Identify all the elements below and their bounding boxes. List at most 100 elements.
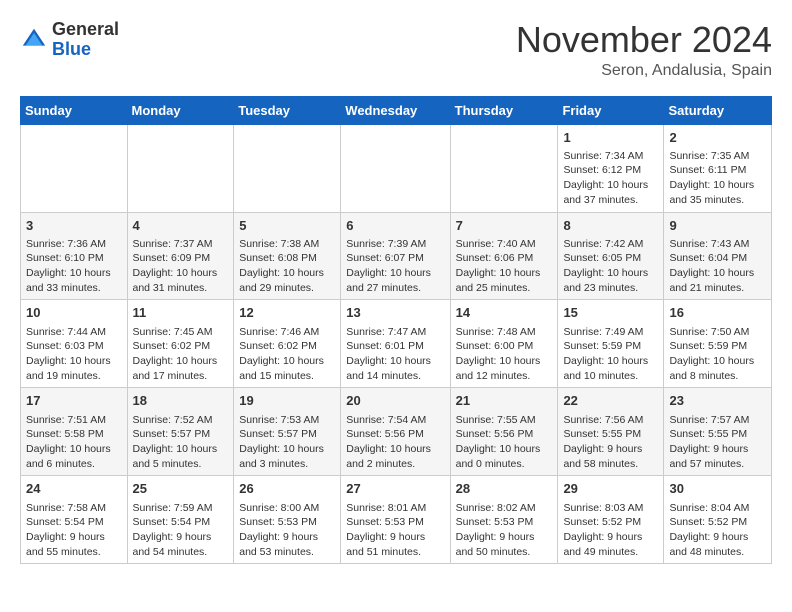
day-info: Sunset: 5:57 PM (133, 427, 229, 442)
day-number: 19 (239, 392, 335, 410)
day-info: Sunset: 6:11 PM (669, 163, 766, 178)
day-info: Sunset: 6:00 PM (456, 339, 553, 354)
day-info: Sunrise: 8:01 AM (346, 501, 444, 516)
calendar-cell: 21Sunrise: 7:55 AMSunset: 5:56 PMDayligh… (450, 388, 558, 476)
calendar-week-row: 3Sunrise: 7:36 AMSunset: 6:10 PMDaylight… (21, 212, 772, 300)
location: Seron, Andalusia, Spain (516, 62, 772, 80)
calendar-cell: 30Sunrise: 8:04 AMSunset: 5:52 PMDayligh… (664, 476, 772, 564)
calendar-week-row: 1Sunrise: 7:34 AMSunset: 6:12 PMDaylight… (21, 124, 772, 212)
calendar-cell (21, 124, 128, 212)
day-info: Sunrise: 7:37 AM (133, 237, 229, 252)
day-info: Sunset: 6:03 PM (26, 339, 122, 354)
day-info: Sunrise: 7:47 AM (346, 325, 444, 340)
day-info: Daylight: 10 hours and 33 minutes. (26, 266, 122, 295)
day-info: Daylight: 10 hours and 31 minutes. (133, 266, 229, 295)
day-info: Daylight: 9 hours and 58 minutes. (563, 442, 658, 471)
day-info: Sunrise: 7:34 AM (563, 149, 658, 164)
day-number: 21 (456, 392, 553, 410)
day-info: Sunrise: 7:35 AM (669, 149, 766, 164)
day-info: Sunset: 6:07 PM (346, 251, 444, 266)
day-number: 22 (563, 392, 658, 410)
day-info: Sunrise: 7:51 AM (26, 413, 122, 428)
day-info: Daylight: 10 hours and 35 minutes. (669, 178, 766, 207)
day-number: 7 (456, 217, 553, 235)
calendar-cell: 28Sunrise: 8:02 AMSunset: 5:53 PMDayligh… (450, 476, 558, 564)
calendar-cell: 3Sunrise: 7:36 AMSunset: 6:10 PMDaylight… (21, 212, 128, 300)
day-info: Sunset: 6:02 PM (133, 339, 229, 354)
day-info: Daylight: 10 hours and 25 minutes. (456, 266, 553, 295)
logo-text: General Blue (52, 20, 119, 60)
day-number: 30 (669, 480, 766, 498)
day-info: Sunset: 5:53 PM (456, 515, 553, 530)
day-info: Daylight: 10 hours and 10 minutes. (563, 354, 658, 383)
day-info: Sunrise: 7:38 AM (239, 237, 335, 252)
day-info: Sunset: 6:06 PM (456, 251, 553, 266)
day-number: 26 (239, 480, 335, 498)
day-info: Daylight: 9 hours and 54 minutes. (133, 530, 229, 559)
day-info: Daylight: 10 hours and 14 minutes. (346, 354, 444, 383)
day-info: Sunrise: 8:03 AM (563, 501, 658, 516)
weekday-header-row: SundayMondayTuesdayWednesdayThursdayFrid… (21, 96, 772, 124)
calendar-week-row: 24Sunrise: 7:58 AMSunset: 5:54 PMDayligh… (21, 476, 772, 564)
day-info: Sunset: 5:55 PM (563, 427, 658, 442)
day-info: Sunset: 6:09 PM (133, 251, 229, 266)
day-info: Sunset: 5:58 PM (26, 427, 122, 442)
day-info: Sunrise: 7:49 AM (563, 325, 658, 340)
month-title: November 2024 (516, 20, 772, 60)
day-number: 14 (456, 304, 553, 322)
calendar-cell: 13 Sunrise: 7:47 AMSunset: 6:01 PMDayligh… (341, 300, 450, 388)
day-info: Sunset: 6:10 PM (26, 251, 122, 266)
day-number: 25 (133, 480, 229, 498)
day-number: 13 (346, 304, 444, 322)
calendar-cell: 4 Sunrise: 7:37 AMSunset: 6:09 PMDaylight… (127, 212, 234, 300)
day-info: Sunrise: 7:40 AM (456, 237, 553, 252)
day-info: Sunrise: 7:36 AM (26, 237, 122, 252)
day-number: 24 (26, 480, 122, 498)
day-number: 18 (133, 392, 229, 410)
day-number: 4 (133, 217, 229, 235)
calendar-cell: 12Sunrise: 7:46 AMSunset: 6:02 PMDayligh… (234, 300, 341, 388)
day-info: Sunrise: 7:48 AM (456, 325, 553, 340)
day-info: Daylight: 10 hours and 2 minutes. (346, 442, 444, 471)
calendar-cell: 20Sunrise: 7:54 AMSunset: 5:56 PMDayligh… (341, 388, 450, 476)
day-info: Daylight: 10 hours and 6 minutes. (26, 442, 122, 471)
calendar-cell: 1Sunrise: 7:34 AMSunset: 6:12 PMDaylight… (558, 124, 664, 212)
day-info: Sunrise: 7:55 AM (456, 413, 553, 428)
day-info: Sunrise: 8:02 AM (456, 501, 553, 516)
calendar-cell (341, 124, 450, 212)
calendar-cell: 18Sunrise: 7:52 AMSunset: 5:57 PMDayligh… (127, 388, 234, 476)
logo-icon (20, 26, 48, 54)
day-info: Sunrise: 7:46 AM (239, 325, 335, 340)
day-number: 28 (456, 480, 553, 498)
day-info: Sunrise: 8:04 AM (669, 501, 766, 516)
weekday-header-sunday: Sunday (21, 96, 128, 124)
day-info: Daylight: 10 hours and 0 minutes. (456, 442, 553, 471)
day-number: 15 (563, 304, 658, 322)
day-info: Sunset: 6:01 PM (346, 339, 444, 354)
calendar-cell: 9Sunrise: 7:43 AMSunset: 6:04 PMDaylight… (664, 212, 772, 300)
day-info: Sunset: 6:05 PM (563, 251, 658, 266)
day-info: Daylight: 10 hours and 29 minutes. (239, 266, 335, 295)
logo-blue: Blue (52, 39, 91, 59)
calendar-cell: 7 Sunrise: 7:40 AMSunset: 6:06 PMDaylight… (450, 212, 558, 300)
weekday-header-wednesday: Wednesday (341, 96, 450, 124)
day-number: 27 (346, 480, 444, 498)
day-info: Sunset: 5:59 PM (563, 339, 658, 354)
day-number: 12 (239, 304, 335, 322)
calendar-cell: 19Sunrise: 7:53 AMSunset: 5:57 PMDayligh… (234, 388, 341, 476)
day-info: Sunrise: 7:44 AM (26, 325, 122, 340)
day-info: Daylight: 9 hours and 48 minutes. (669, 530, 766, 559)
day-info: Daylight: 10 hours and 5 minutes. (133, 442, 229, 471)
day-info: Sunset: 6:08 PM (239, 251, 335, 266)
day-info: Sunrise: 7:57 AM (669, 413, 766, 428)
day-info: Daylight: 10 hours and 3 minutes. (239, 442, 335, 471)
day-info: Sunset: 5:52 PM (563, 515, 658, 530)
day-info: Sunset: 5:59 PM (669, 339, 766, 354)
day-info: Sunrise: 7:42 AM (563, 237, 658, 252)
day-info: Daylight: 10 hours and 21 minutes. (669, 266, 766, 295)
day-info: Sunset: 5:54 PM (26, 515, 122, 530)
day-number: 11 (133, 304, 229, 322)
day-number: 29 (563, 480, 658, 498)
day-info: Daylight: 10 hours and 15 minutes. (239, 354, 335, 383)
calendar-cell: 14Sunrise: 7:48 AMSunset: 6:00 PMDayligh… (450, 300, 558, 388)
